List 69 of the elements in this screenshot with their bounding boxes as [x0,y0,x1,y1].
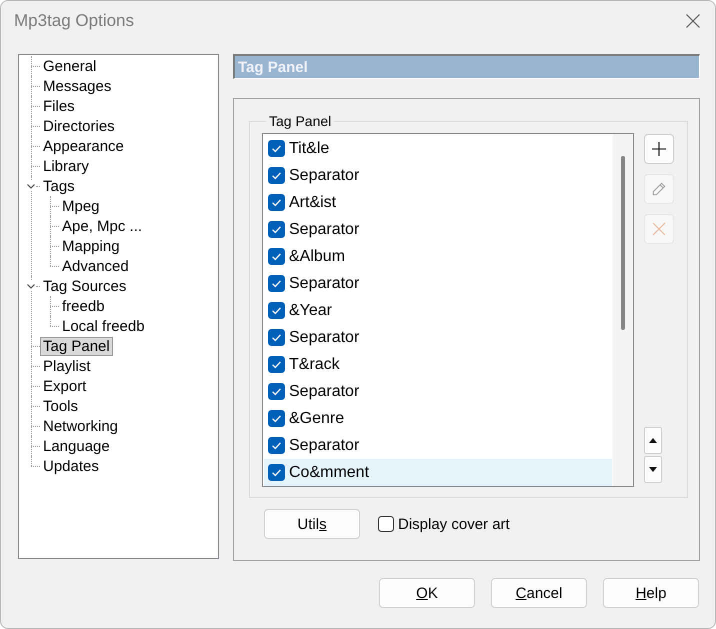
window-title: Mp3tag Options [14,10,134,30]
list-item[interactable]: Separator [264,162,612,189]
tree-item[interactable]: Library [40,156,92,176]
checkbox[interactable] [268,140,285,157]
checkbox[interactable] [268,410,285,427]
tree-item[interactable]: freedb [59,296,108,316]
utils-button[interactable]: Utils [264,509,360,539]
close-button[interactable] [686,14,700,28]
triangle-up-icon [649,438,657,443]
tree-item[interactable]: Messages [40,76,114,96]
tree-item[interactable]: Tags [40,176,78,196]
page-header: Tag Panel [233,54,700,79]
list-item[interactable]: T&rack [264,351,612,378]
triangle-down-icon [649,467,657,472]
checkbox[interactable] [268,221,285,238]
list-item[interactable]: &Year [264,297,612,324]
scrollbar[interactable] [612,134,633,486]
tree-item[interactable]: Playlist [40,356,94,376]
move-up-button[interactable] [644,427,662,454]
tree-item[interactable]: Networking [40,416,122,436]
plus-icon [652,142,666,156]
list-item[interactable]: Separator [264,216,612,243]
tree-item[interactable]: Ape, Mpc ... [59,216,146,236]
checkbox[interactable] [268,383,285,400]
checkbox[interactable] [268,248,285,265]
list-item[interactable]: Tit&le [264,135,612,162]
tree-item[interactable]: Local freedb [59,316,148,336]
cross-icon [652,222,666,236]
tree-item[interactable]: Directories [40,116,118,136]
pencil-icon [652,182,666,196]
list-item[interactable]: &Album [264,243,612,270]
checkbox[interactable] [378,516,394,532]
tree-item[interactable]: Mpeg [59,196,103,216]
list-item[interactable]: Separator [264,270,612,297]
tree-item[interactable]: Updates [40,456,102,476]
checkbox[interactable] [268,302,285,319]
group-title: Tag Panel [268,113,332,129]
tree-item[interactable]: Files [40,96,78,116]
tree-item[interactable]: Language [40,436,113,456]
tree-item[interactable]: Advanced [59,256,132,276]
close-icon [686,14,700,28]
tree-item[interactable]: Export [40,376,90,396]
dialog-button[interactable]: Help [603,578,699,608]
checkbox[interactable] [268,356,285,373]
checkbox[interactable] [268,275,285,292]
tree-item[interactable]: Tools [40,396,82,416]
list-item[interactable]: &Genre [264,405,612,432]
list-item[interactable]: Co&mment [264,459,612,486]
tree-item[interactable]: Appearance [40,136,127,156]
move-down-button[interactable] [644,456,662,483]
checkbox[interactable] [268,194,285,211]
scrollbar-thumb[interactable] [621,156,625,330]
tree-item[interactable]: Tag Panel [40,336,113,356]
checkbox[interactable] [268,437,285,454]
tree-item[interactable]: General [40,56,100,76]
dialog-button[interactable]: Cancel [491,578,587,608]
list-item[interactable]: Separator [264,432,612,459]
checkbox-label[interactable]: Display cover art [398,516,510,532]
list-item[interactable]: Separator [264,378,612,405]
checkbox[interactable] [268,464,285,481]
list-item[interactable]: Separator [264,324,612,351]
dialog-button[interactable]: OK [379,578,475,608]
tag-list[interactable]: Tit&le Separator Art&ist Separator &Album Separator &Year Separator T&rack Separator &Genre Separator Co&mment [262,133,634,487]
list-item[interactable]: Art&ist [264,189,612,216]
add-button[interactable] [644,134,674,164]
checkbox[interactable] [268,167,285,184]
checkbox[interactable] [268,329,285,346]
tree-item[interactable]: Mapping [59,236,123,256]
tree-item[interactable]: Tag Sources [40,276,130,296]
